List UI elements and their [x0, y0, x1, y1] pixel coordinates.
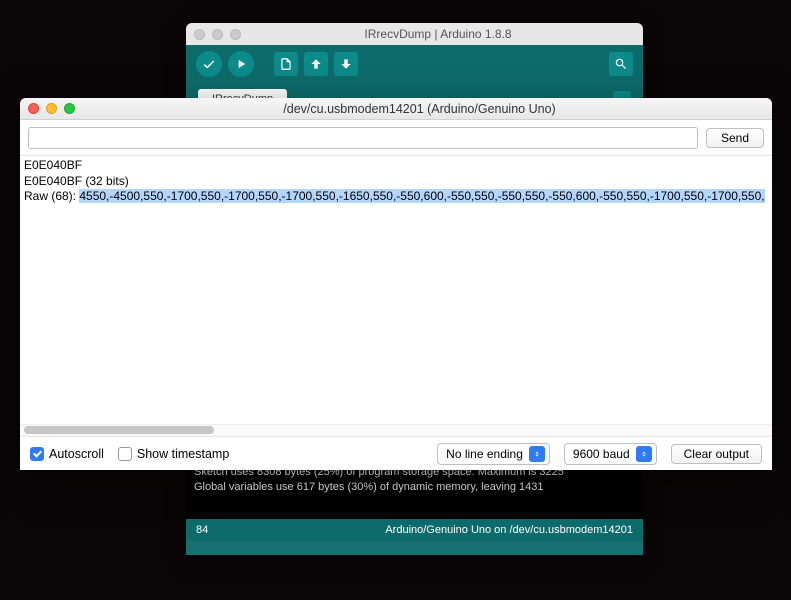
output-line-3-prefix: Raw (68): [24, 189, 79, 203]
ide-min-dot[interactable] [212, 29, 223, 40]
output-line-3-selection: 4550,-4500,550,-1700,550,-1700,550,-1700… [79, 189, 764, 203]
serial-input-row: Send [20, 120, 772, 156]
ide-max-dot[interactable] [230, 29, 241, 40]
line-ending-value: No line ending [446, 447, 523, 461]
minimize-icon[interactable] [46, 103, 57, 114]
serial-input[interactable] [28, 127, 698, 149]
close-icon[interactable] [28, 103, 39, 114]
serial-output[interactable]: E0E040BF E0E040BF (32 bits) Raw (68): 45… [20, 156, 772, 424]
serial-monitor-button[interactable] [609, 52, 633, 76]
timestamp-checkbox[interactable]: Show timestamp [118, 447, 229, 461]
baud-value: 9600 baud [573, 447, 630, 461]
checkbox-icon [30, 447, 44, 461]
serial-window-controls[interactable] [28, 103, 75, 114]
ide-bottom-status: 84 Arduino/Genuino Uno on /dev/cu.usbmod… [186, 519, 643, 541]
timestamp-label: Show timestamp [137, 447, 229, 461]
maximize-icon[interactable] [64, 103, 75, 114]
clear-output-button[interactable]: Clear output [671, 444, 762, 464]
open-sketch-button[interactable] [304, 52, 328, 76]
autoscroll-checkbox[interactable]: Autoscroll [30, 447, 104, 461]
send-button[interactable]: Send [706, 128, 764, 148]
ide-titlebar: IRrecvDump | Arduino 1.8.8 [186, 23, 643, 45]
serial-monitor-window: /dev/cu.usbmodem14201 (Arduino/Genuino U… [20, 98, 772, 470]
serial-title: /dev/cu.usbmodem14201 (Arduino/Genuino U… [75, 102, 764, 116]
checkbox-icon [118, 447, 132, 461]
serial-bottom-bar: Autoscroll Show timestamp No line ending… [20, 436, 772, 470]
autoscroll-label: Autoscroll [49, 447, 104, 461]
ide-close-dot[interactable] [194, 29, 205, 40]
ide-toolbar [186, 45, 643, 83]
verify-button[interactable] [196, 51, 222, 77]
new-sketch-button[interactable] [274, 52, 298, 76]
line-ending-select[interactable]: No line ending [437, 443, 550, 465]
scrollbar-thumb[interactable] [24, 426, 214, 434]
serial-scrollbar[interactable] [20, 424, 772, 436]
upload-button[interactable] [228, 51, 254, 77]
baud-select[interactable]: 9600 baud [564, 443, 657, 465]
save-sketch-button[interactable] [334, 52, 358, 76]
chevron-updown-icon [636, 446, 652, 462]
ide-line-number: 84 [196, 524, 208, 536]
output-line-1: E0E040BF [24, 158, 768, 174]
output-line-2: E0E040BF (32 bits) [24, 174, 768, 190]
ide-board-info: Arduino/Genuino Uno on /dev/cu.usbmodem1… [385, 524, 633, 536]
serial-titlebar: /dev/cu.usbmodem14201 (Arduino/Genuino U… [20, 98, 772, 120]
console-line-2: Global variables use 617 bytes (30%) of … [194, 481, 547, 493]
output-line-3: Raw (68): 4550,-4500,550,-1700,550,-1700… [24, 189, 768, 205]
chevron-updown-icon [529, 446, 545, 462]
ide-title: IRrecvDump | Arduino 1.8.8 [241, 27, 635, 41]
ide-window-controls[interactable] [194, 29, 241, 40]
